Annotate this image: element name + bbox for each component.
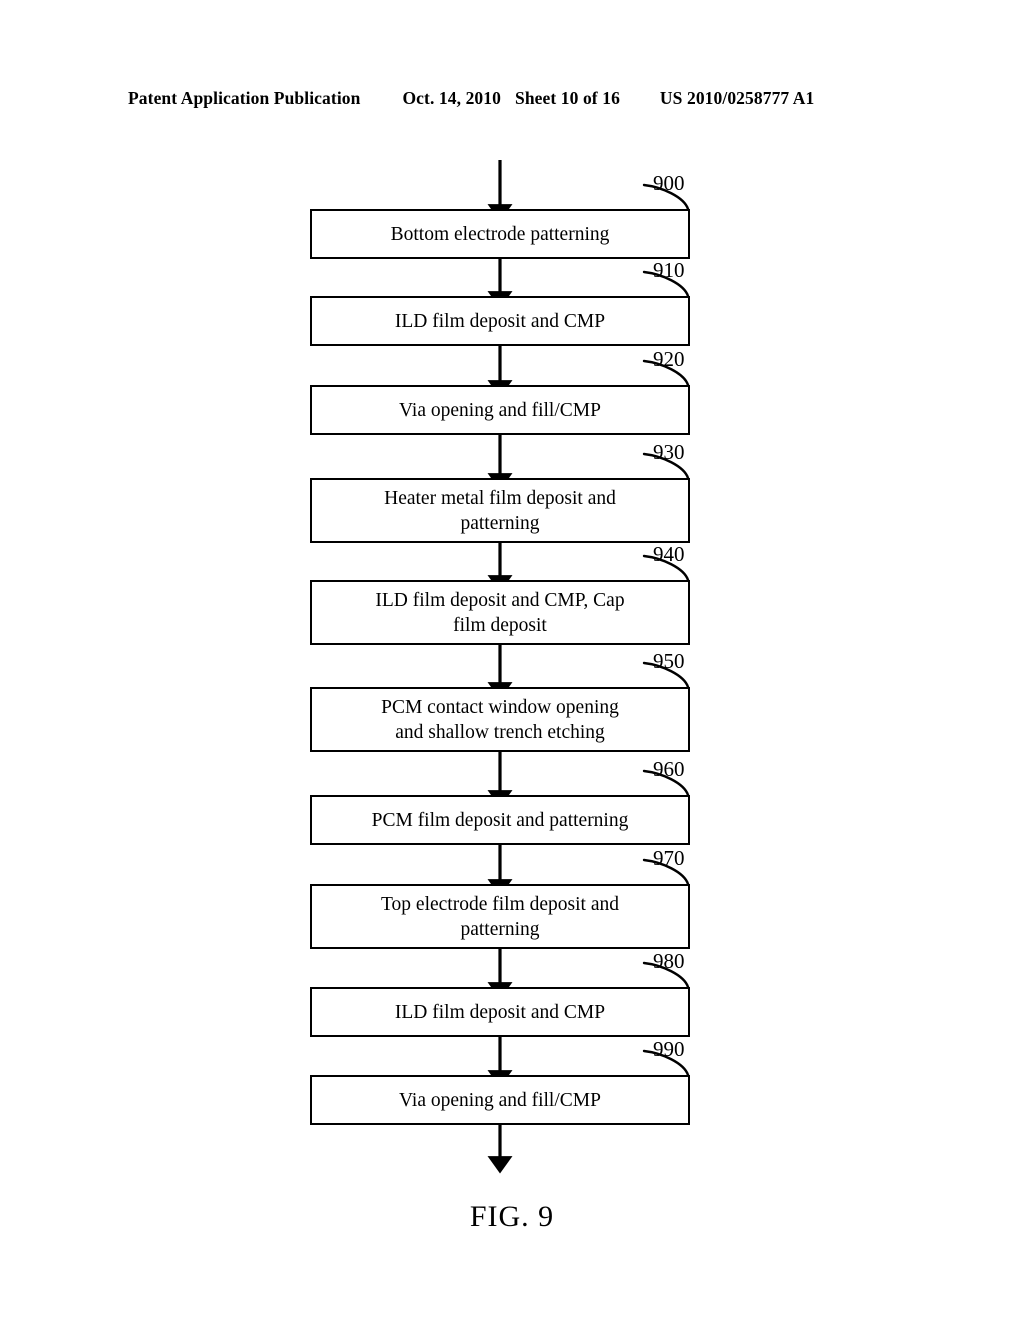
process-step-label: Top electrode film deposit and patternin… (381, 893, 619, 940)
reference-numeral-930: 930 (653, 440, 685, 464)
reference-numeral-980: 980 (653, 949, 685, 973)
reference-numeral-990: 990 (653, 1037, 685, 1061)
process-step-label: ILD film deposit and CMP, Cap film depos… (375, 589, 625, 636)
reference-numeral-920: 920 (653, 347, 685, 371)
process-step-label: ILD film deposit and CMP (394, 310, 606, 332)
process-step-label: Heater metal film deposit and patterning (384, 487, 616, 534)
figure-caption: FIG. 9 (469, 1200, 555, 1233)
flowchart-figure: Bottom electrode patterning 900 ILD film d… (0, 0, 1024, 1320)
process-step-label: PCM film deposit and patterning (371, 809, 629, 831)
reference-numeral-960: 960 (653, 757, 685, 781)
process-step-label: Bottom electrode patterning (390, 223, 610, 245)
reference-numeral-940: 940 (653, 542, 685, 566)
process-step-label: PCM contact window opening and shallow t… (381, 696, 619, 743)
process-step-940: ILD film deposit and CMP, Cap film depos… (310, 580, 690, 645)
process-step-950: PCM contact window opening and shallow t… (310, 687, 690, 752)
process-step-930: Heater metal film deposit and patterning (310, 478, 690, 543)
reference-numeral-900: 900 (653, 171, 685, 195)
process-step-label: ILD film deposit and CMP (394, 1001, 606, 1023)
reference-numeral-970: 970 (653, 846, 685, 870)
process-step-label: Via opening and fill/CMP (399, 1089, 601, 1111)
process-step-990: Via opening and fill/CMP (310, 1075, 690, 1125)
reference-numeral-950: 950 (653, 649, 685, 673)
process-step-label: Via opening and fill/CMP (399, 399, 601, 421)
reference-numeral-910: 910 (653, 258, 685, 282)
process-step-900: Bottom electrode patterning (310, 209, 690, 259)
process-step-970: Top electrode film deposit and patternin… (310, 884, 690, 949)
process-step-920: Via opening and fill/CMP (310, 385, 690, 435)
process-step-960: PCM film deposit and patterning (310, 795, 690, 845)
process-step-980: ILD film deposit and CMP (310, 987, 690, 1037)
process-step-910: ILD film deposit and CMP (310, 296, 690, 346)
